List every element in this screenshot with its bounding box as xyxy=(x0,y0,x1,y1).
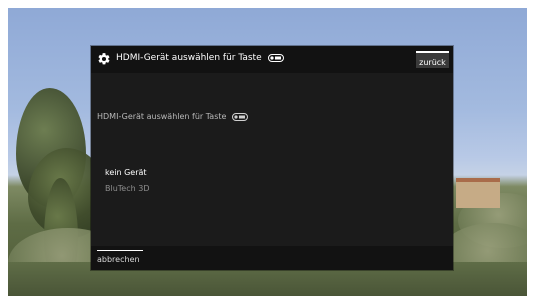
hdmi-device-dialog: HDMI-Gerät auswählen für Taste zurück HD… xyxy=(91,46,453,270)
dialog-footer: abbrechen xyxy=(91,246,453,270)
dialog-subtitle-text: HDMI-Gerät auswählen für Taste xyxy=(97,112,227,121)
dialog-title-text: HDMI-Gerät auswählen für Taste xyxy=(116,53,262,63)
house xyxy=(456,178,500,208)
dialog-title: HDMI-Gerät auswählen für Taste xyxy=(116,53,284,63)
cancel-button[interactable]: abbrechen xyxy=(97,250,143,266)
dialog-subtitle: HDMI-Gerät auswählen für Taste xyxy=(97,112,248,121)
gear-icon xyxy=(98,53,110,65)
remote-key-icon xyxy=(267,53,284,62)
option-no-device[interactable]: kein Gerät xyxy=(105,165,150,181)
back-button[interactable]: zurück xyxy=(416,51,449,68)
dialog-header: HDMI-Gerät auswählen für Taste zurück xyxy=(91,46,453,73)
device-options-list: kein Gerät BluTech 3D xyxy=(105,165,150,197)
option-blutech-3d[interactable]: BluTech 3D xyxy=(105,181,150,197)
remote-key-icon xyxy=(231,112,248,121)
